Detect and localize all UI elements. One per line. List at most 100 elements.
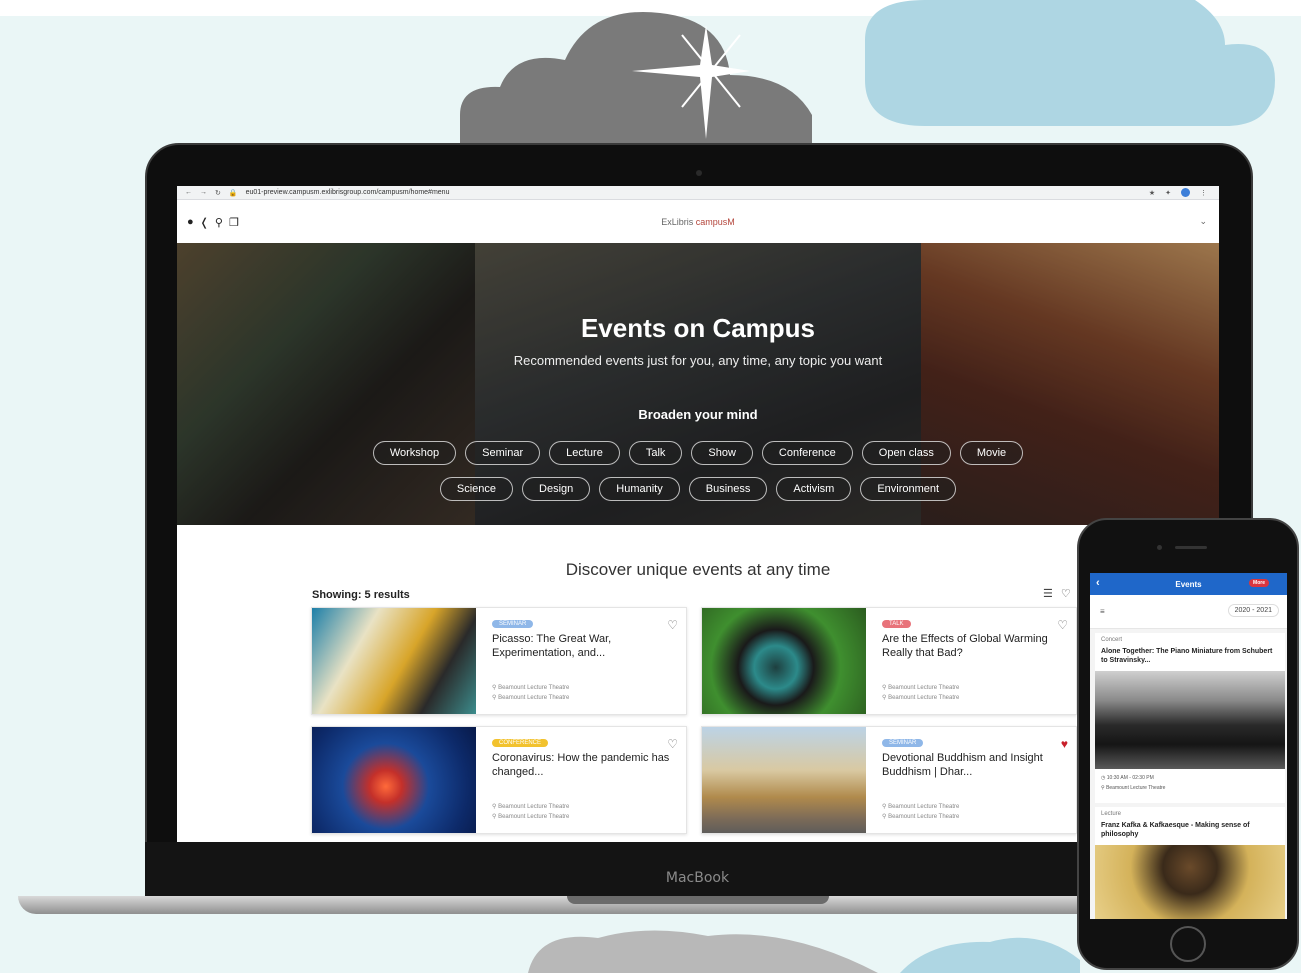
event-badge: Seminar bbox=[882, 739, 924, 747]
heart-icon[interactable]: ♡ bbox=[1057, 618, 1068, 632]
phone-device: ‹ Events More ≡ 2020 - 2021 Concert Alon… bbox=[1077, 518, 1299, 970]
app-header: ● ❬ ⚲ ❐ ExLibris campusM ⌄ bbox=[177, 200, 1219, 244]
event-card[interactable]: Seminar Picasso: The Great War, Experime… bbox=[311, 607, 687, 715]
event-location: ⚲ Beamount Lecture Theatre bbox=[882, 804, 960, 810]
topic-chips-row-1: Workshop Seminar Lecture Talk Show Confe… bbox=[177, 441, 1219, 465]
filter-icon[interactable]: ☰ bbox=[1043, 587, 1053, 600]
phone-event-location-text: Beamount Lecture Theatre bbox=[1106, 785, 1166, 791]
heart-filled-icon[interactable]: ♥ bbox=[1061, 737, 1068, 751]
event-card[interactable]: Conference Coronavirus: How the pandemic… bbox=[311, 726, 687, 834]
laptop-notch bbox=[567, 896, 829, 904]
event-location: ⚲ Beamount Lecture Theatre bbox=[882, 685, 960, 691]
browser-toolbar: ← → ↻ 🔒 eu01-preview.campusm.exlibrisgro… bbox=[177, 186, 1219, 200]
event-card[interactable]: Talk Are the Effects of Global Warming R… bbox=[701, 607, 1077, 715]
chip-movie[interactable]: Movie bbox=[959, 441, 1024, 465]
heart-icon[interactable]: ♡ bbox=[667, 737, 678, 751]
event-location-text: Beamount Lecture Theatre bbox=[888, 814, 960, 820]
chip-activism[interactable]: Activism bbox=[776, 477, 852, 501]
phone-event-card[interactable]: Lecture Franz Kafka & Kafkaesque - Makin… bbox=[1095, 807, 1285, 919]
phone-event-time-text: 10:30 AM - 02:30 PM bbox=[1106, 775, 1154, 781]
menu-dots-icon[interactable]: ⋮ bbox=[1200, 189, 1207, 197]
phone-camera bbox=[1157, 545, 1162, 550]
event-location: ⚲ Beamount Lecture Theatre bbox=[492, 695, 570, 701]
laptop-camera bbox=[696, 170, 702, 176]
event-location-text: Beamount Lecture Theatre bbox=[498, 814, 570, 820]
hero-subtitle: Recommended events just for you, any tim… bbox=[513, 353, 883, 368]
grey-cloud-decoration bbox=[460, 5, 820, 150]
chevron-down-icon[interactable]: ⌄ bbox=[1199, 216, 1207, 227]
blue-cloud-bottom-decoration bbox=[900, 930, 1080, 973]
chip-lecture[interactable]: Lecture bbox=[549, 441, 620, 465]
phone-event-category: Concert bbox=[1101, 637, 1123, 643]
phone-event-card[interactable]: Concert Alone Together: The Piano Miniat… bbox=[1095, 633, 1285, 803]
chip-open-class[interactable]: Open class bbox=[861, 441, 951, 465]
chip-conference[interactable]: Conference bbox=[761, 441, 853, 465]
phone-header-title: Events bbox=[1175, 579, 1202, 589]
filter-sliders-icon[interactable]: ≡ bbox=[1100, 607, 1105, 616]
logo-prefix: ExLibris bbox=[661, 217, 694, 227]
event-location-text: Beamount Lecture Theatre bbox=[498, 804, 570, 810]
broaden-heading: Broaden your mind bbox=[638, 407, 758, 422]
event-title[interactable]: Picasso: The Great War, Experimentation,… bbox=[492, 632, 672, 660]
chip-science[interactable]: Science bbox=[439, 477, 514, 501]
favorites-heart-icon[interactable]: ♡ bbox=[1061, 587, 1071, 600]
event-title[interactable]: Are the Effects of Global Warming Really… bbox=[882, 632, 1062, 660]
phone-screen: ‹ Events More ≡ 2020 - 2021 Concert Alon… bbox=[1090, 573, 1287, 919]
phone-event-title: Franz Kafka & Kafkaesque - Making sense … bbox=[1101, 822, 1250, 838]
event-badge: Conference bbox=[492, 739, 549, 747]
phone-event-location: ⚲ Beamount Lecture Theatre bbox=[1101, 785, 1166, 791]
back-icon[interactable]: ← bbox=[185, 189, 192, 196]
event-badge: Seminar bbox=[492, 620, 534, 628]
event-thumbnail bbox=[312, 727, 476, 833]
chip-design[interactable]: Design bbox=[522, 477, 591, 501]
bookmark-star-icon[interactable]: ★ bbox=[1149, 189, 1155, 197]
phone-event-time: ◷ 10:30 AM - 02:30 PM bbox=[1101, 775, 1154, 781]
event-location-text: Beamount Lecture Theatre bbox=[888, 695, 960, 701]
discover-heading: Discover unique events at any time bbox=[565, 560, 831, 579]
event-thumbnail bbox=[312, 608, 476, 714]
chip-humanity[interactable]: Humanity bbox=[599, 477, 680, 501]
event-location-text: Beamount Lecture Theatre bbox=[888, 685, 960, 691]
results-count: Showing: 5 results bbox=[312, 589, 410, 601]
event-location-text: Beamount Lecture Theatre bbox=[888, 804, 960, 810]
phone-event-title: Alone Together: The Piano Miniature from… bbox=[1101, 648, 1273, 664]
event-location: ⚲ Beamount Lecture Theatre bbox=[492, 814, 570, 820]
topic-chips-row-2: Science Design Humanity Business Activis… bbox=[177, 477, 1219, 501]
chip-show[interactable]: Show bbox=[691, 441, 753, 465]
phone-speaker bbox=[1175, 546, 1207, 549]
chip-seminar[interactable]: Seminar bbox=[465, 441, 541, 465]
forward-icon[interactable]: → bbox=[200, 189, 207, 196]
year-range-selector[interactable]: 2020 - 2021 bbox=[1227, 604, 1279, 617]
laptop-screen: ← → ↻ 🔒 eu01-preview.campusm.exlibrisgro… bbox=[177, 186, 1219, 842]
phone-event-image bbox=[1095, 671, 1285, 769]
event-card[interactable]: Seminar Devotional Buddhism and Insight … bbox=[701, 726, 1077, 834]
hero-banner: Events on Campus Recommended events just… bbox=[177, 243, 1219, 525]
hero-title: Events on Campus bbox=[580, 313, 816, 343]
event-badge: Talk bbox=[882, 620, 911, 628]
event-title[interactable]: Coronavirus: How the pandemic has change… bbox=[492, 751, 672, 779]
blue-cloud-decoration bbox=[865, 0, 1277, 128]
reload-icon[interactable]: ↻ bbox=[215, 189, 221, 197]
address-bar[interactable]: eu01-preview.campusm.exlibrisgroup.com/c… bbox=[246, 189, 450, 196]
more-pill[interactable]: More bbox=[1249, 579, 1269, 587]
event-location: ⚲ Beamount Lecture Theatre bbox=[492, 804, 570, 810]
back-chevron-icon[interactable]: ‹ bbox=[1096, 577, 1100, 589]
chip-environment[interactable]: Environment bbox=[860, 477, 957, 501]
profile-avatar[interactable] bbox=[1181, 188, 1190, 197]
heart-icon[interactable]: ♡ bbox=[667, 618, 678, 632]
extensions-icon[interactable]: ✦ bbox=[1165, 189, 1171, 197]
chip-talk[interactable]: Talk bbox=[628, 441, 683, 465]
lock-icon: 🔒 bbox=[228, 189, 238, 197]
phone-filter-bar: ≡ 2020 - 2021 bbox=[1090, 595, 1287, 629]
event-location-text: Beamount Lecture Theatre bbox=[498, 695, 570, 701]
event-thumbnail bbox=[702, 608, 866, 714]
event-location: ⚲ Beamount Lecture Theatre bbox=[882, 814, 960, 820]
phone-header-bar: ‹ Events More bbox=[1090, 573, 1287, 595]
chip-business[interactable]: Business bbox=[688, 477, 768, 501]
phone-home-button[interactable] bbox=[1170, 926, 1206, 962]
chip-workshop[interactable]: Workshop bbox=[372, 441, 457, 465]
phone-event-category: Lecture bbox=[1101, 811, 1122, 817]
event-title[interactable]: Devotional Buddhism and Insight Buddhism… bbox=[882, 751, 1062, 779]
grey-cloud-bottom-decoration bbox=[528, 930, 888, 973]
campusm-logo[interactable]: ExLibris campusM bbox=[177, 217, 1219, 227]
